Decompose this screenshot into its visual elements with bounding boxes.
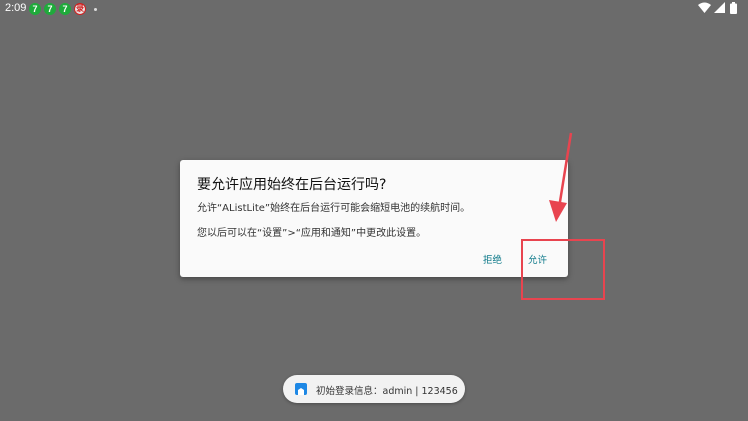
toast-text: 初始登录信息：admin | 123456 (316, 386, 458, 397)
app-icon-glyph (298, 388, 304, 395)
annotation-arrow (549, 132, 573, 222)
toast-message: 初始登录信息：admin | 123456 (283, 375, 465, 403)
app-icon (295, 383, 307, 395)
annotation-highlight-box (521, 239, 605, 300)
